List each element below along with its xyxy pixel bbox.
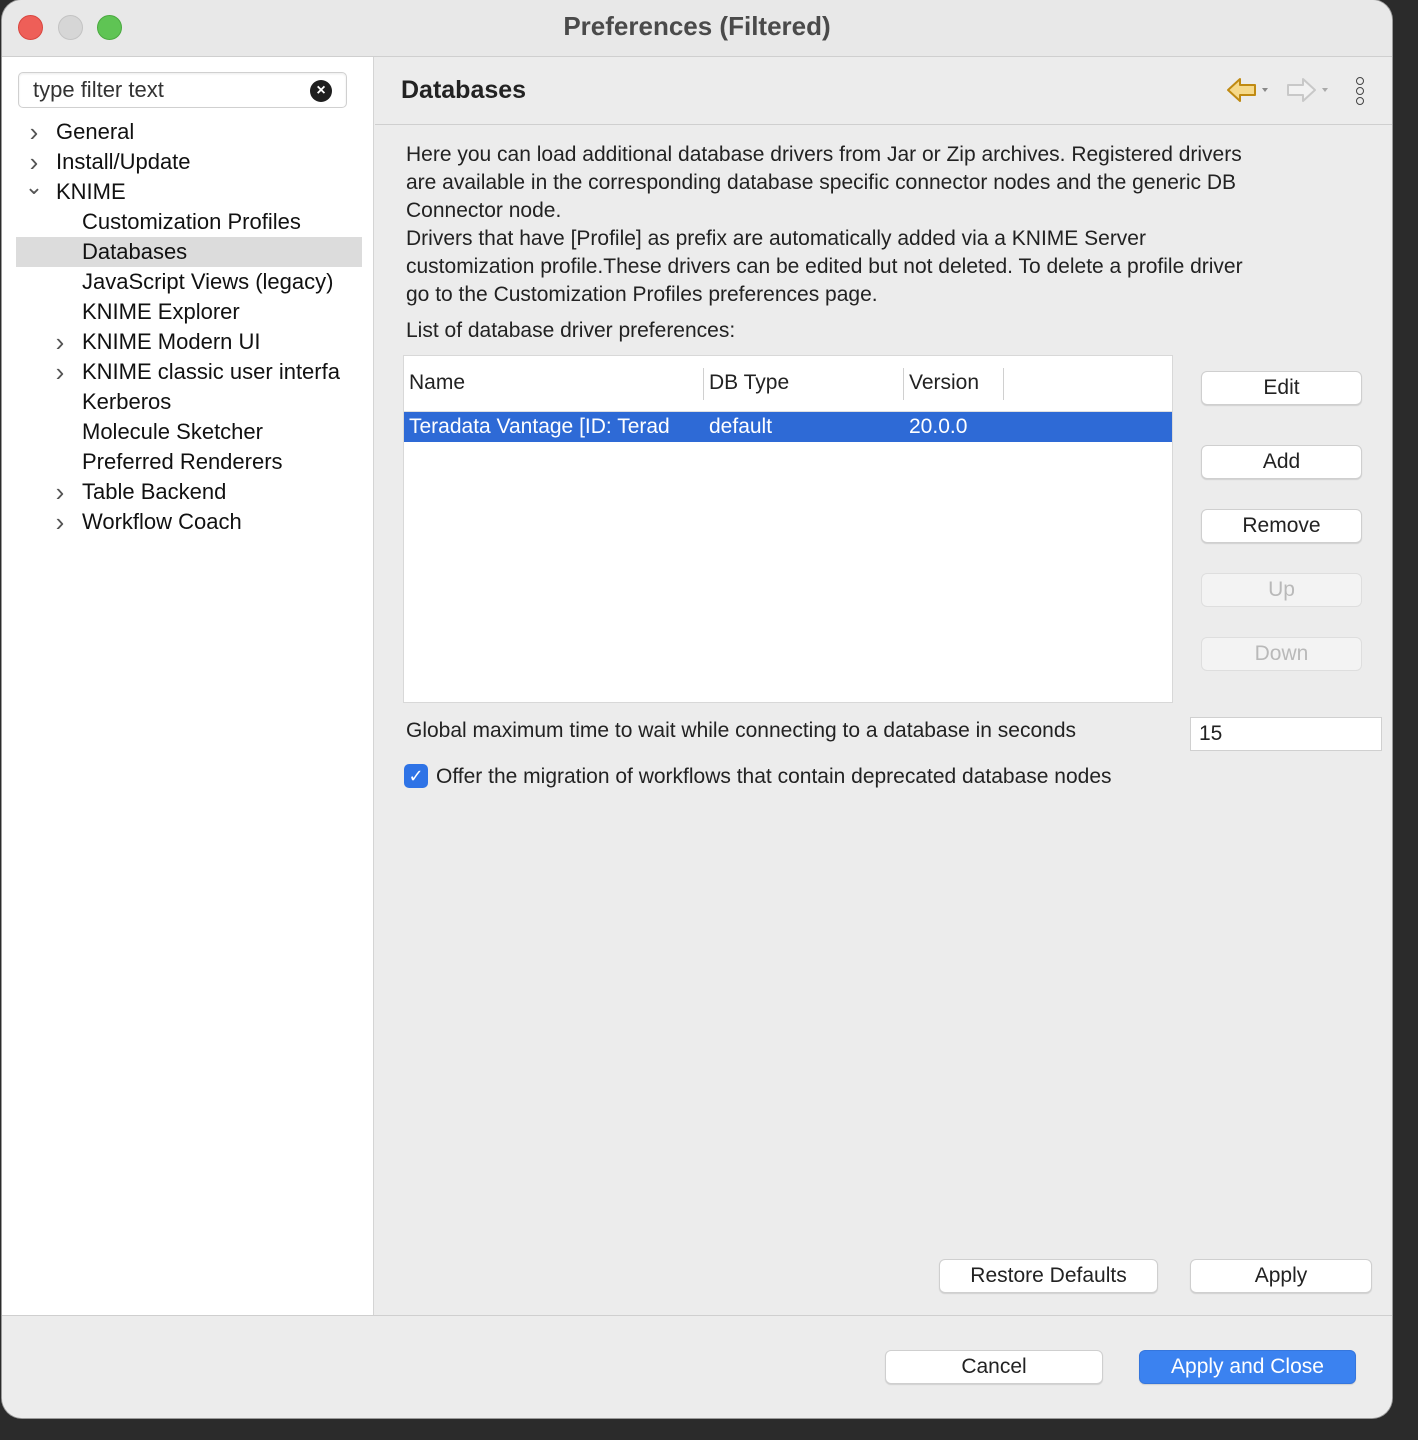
- column-header-db-type[interactable]: DB Type: [709, 371, 789, 395]
- chevron-right-icon[interactable]: ›: [50, 477, 70, 507]
- tree-item-label: Table Backend: [82, 479, 227, 504]
- chevron-right-icon[interactable]: ›: [24, 117, 44, 147]
- timeout-label: Global maximum time to wait while connec…: [406, 719, 1077, 742]
- column-separator[interactable]: [1003, 368, 1004, 400]
- tree-item-workflow-coach[interactable]: › Workflow Coach: [16, 507, 362, 537]
- column-separator[interactable]: [903, 368, 904, 400]
- cell-name: Teradata Vantage [ID: Terad: [409, 415, 670, 438]
- view-menu-icon[interactable]: [1353, 77, 1367, 107]
- remove-button[interactable]: Remove: [1201, 509, 1362, 543]
- tree-item-preferred-renderers[interactable]: Preferred Renderers: [16, 447, 362, 477]
- tree-item-label: Workflow Coach: [82, 509, 242, 534]
- chevron-right-icon[interactable]: ›: [24, 147, 44, 177]
- column-header-version[interactable]: Version: [909, 371, 979, 395]
- clear-filter-icon[interactable]: ×: [310, 80, 332, 102]
- dialog-footer: Cancel Apply and Close: [2, 1315, 1392, 1418]
- tree-item-general[interactable]: › General: [16, 117, 362, 147]
- driver-table[interactable]: Name DB Type Version Teradata Vantage [I…: [403, 355, 1173, 703]
- chevron-right-icon[interactable]: ›: [50, 327, 70, 357]
- cell-version: 20.0.0: [909, 415, 968, 438]
- tree-item-knime-modern-ui[interactable]: › KNIME Modern UI: [16, 327, 362, 357]
- preference-page: Databases Here you can load additional d…: [375, 57, 1392, 1315]
- tree-item-knime[interactable]: ⌄ KNIME: [16, 177, 362, 207]
- description-line: customization profile.These drivers can …: [406, 255, 1243, 278]
- chevron-right-icon[interactable]: ›: [50, 357, 70, 387]
- tree-item-kerberos[interactable]: Kerberos: [16, 387, 362, 417]
- description-line: Here you can load additional database dr…: [406, 143, 1242, 166]
- preferences-tree-pane: × › General › Install/Update ⌄ KNIME Customiza…: [2, 57, 374, 1315]
- driver-list-label: List of database driver preferences:: [406, 319, 736, 342]
- tree-item-label: Databases: [82, 239, 188, 264]
- tree-item-label: KNIME: [56, 179, 126, 204]
- restore-defaults-button[interactable]: Restore Defaults: [939, 1259, 1158, 1293]
- window-title: Preferences (Filtered): [563, 11, 831, 41]
- table-row[interactable]: Teradata Vantage [ID: Terad default 20.0…: [404, 412, 1172, 442]
- tree-item-javascript-views-legacy[interactable]: JavaScript Views (legacy): [16, 267, 362, 297]
- tree-item-table-backend[interactable]: › Table Backend: [16, 477, 362, 507]
- up-button[interactable]: Up: [1201, 573, 1362, 607]
- tree-item-label: KNIME Explorer: [82, 299, 240, 324]
- description-line: Connector node.: [406, 199, 562, 222]
- tree-item-label: Customization Profiles: [82, 209, 301, 234]
- title-bar: Preferences (Filtered): [2, 0, 1392, 57]
- edit-button[interactable]: Edit: [1201, 371, 1362, 405]
- table-header: Name DB Type Version: [404, 356, 1172, 412]
- tree-item-customization-profiles[interactable]: Customization Profiles: [16, 207, 362, 237]
- tree-item-label: KNIME Modern UI: [82, 329, 261, 354]
- tree-item-install-update[interactable]: › Install/Update: [16, 147, 362, 177]
- filter-box: ×: [18, 72, 347, 108]
- apply-button[interactable]: Apply: [1190, 1259, 1372, 1293]
- migration-checkbox[interactable]: ✓: [404, 764, 428, 788]
- tree-item-label: Install/Update: [56, 149, 191, 174]
- preferences-window: Preferences (Filtered) × › General › Instal…: [2, 0, 1392, 1418]
- description-line: go to the Customization Profiles prefere…: [406, 283, 878, 306]
- description-line: are available in the corresponding datab…: [406, 171, 1237, 194]
- description-line: Drivers that have [Profile] as prefix ar…: [406, 227, 1146, 250]
- column-header-name[interactable]: Name: [409, 371, 465, 395]
- chevron-right-icon[interactable]: ›: [50, 507, 70, 537]
- back-arrow-icon[interactable]: [1225, 75, 1275, 105]
- page-title: Databases: [401, 76, 527, 104]
- page-description: Here you can load additional database dr…: [406, 141, 1366, 309]
- filter-input[interactable]: [33, 77, 303, 103]
- chevron-down-icon[interactable]: ⌄: [24, 177, 44, 207]
- tree-item-label: JavaScript Views (legacy): [82, 269, 334, 294]
- timeout-input[interactable]: [1190, 717, 1382, 751]
- tree-item-label: KNIME classic user interfa: [82, 359, 340, 384]
- forward-arrow-icon[interactable]: [1285, 75, 1335, 105]
- tree-item-knime-explorer[interactable]: KNIME Explorer: [16, 297, 362, 327]
- migration-checkbox-label[interactable]: Offer the migration of workflows that co…: [436, 765, 1112, 789]
- page-header: Databases: [375, 57, 1392, 125]
- tree-item-label: General: [56, 119, 135, 144]
- cancel-button[interactable]: Cancel: [885, 1350, 1103, 1384]
- tree-item-databases[interactable]: Databases: [16, 237, 362, 267]
- add-button[interactable]: Add: [1201, 445, 1362, 479]
- tree-item-label: Kerberos: [82, 389, 172, 414]
- tree-item-knime-classic-user-interfa[interactable]: › KNIME classic user interfa: [16, 357, 362, 387]
- preferences-tree: › General › Install/Update ⌄ KNIME Customizati…: [2, 117, 374, 537]
- cell-db-type: default: [709, 415, 773, 438]
- tree-item-molecule-sketcher[interactable]: Molecule Sketcher: [16, 417, 362, 447]
- tree-item-label: Preferred Renderers: [82, 449, 283, 474]
- column-separator[interactable]: [703, 368, 704, 400]
- tree-item-label: Molecule Sketcher: [82, 419, 263, 444]
- down-button[interactable]: Down: [1201, 637, 1362, 671]
- apply-and-close-button[interactable]: Apply and Close: [1139, 1350, 1356, 1384]
